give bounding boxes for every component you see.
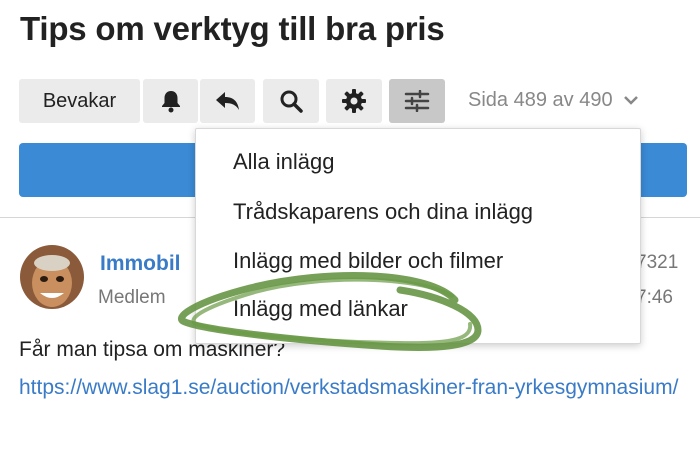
filter-dropdown-menu: Alla inlägg Trådskaparens och dina inläg… [195, 128, 641, 344]
page-indicator: Sida 489 av 490 [468, 89, 613, 111]
notifications-button[interactable] [143, 79, 198, 123]
chevron-down-icon [623, 89, 639, 112]
post-author[interactable]: Immobil [100, 252, 181, 276]
watch-button[interactable]: Bevakar [19, 79, 140, 123]
post-number: 7321 [636, 252, 679, 273]
settings-button[interactable] [326, 79, 382, 123]
reply-button[interactable] [200, 79, 255, 123]
post-time: 7:46 [636, 287, 673, 308]
filter-button[interactable] [389, 79, 445, 123]
post-link[interactable]: https://www.slag1.se/auction/verkstadsma… [19, 370, 684, 405]
search-button[interactable] [263, 79, 319, 123]
page-title: Tips om verktyg till bra pris [20, 10, 445, 47]
menu-item-link-posts[interactable]: Inlägg med länkar [233, 296, 408, 322]
menu-item-media-posts[interactable]: Inlägg med bilder och filmer [233, 248, 503, 274]
menu-item-creator-and-mine[interactable]: Trådskaparens och dina inlägg [233, 199, 533, 225]
gear-icon [341, 88, 367, 114]
menu-item-all-posts[interactable]: Alla inlägg [233, 149, 335, 175]
avatar[interactable] [20, 245, 84, 309]
bell-icon [160, 89, 182, 113]
search-icon [279, 89, 303, 113]
page-selector[interactable]: Sida 489 av 490 [468, 89, 639, 112]
reply-icon [215, 90, 241, 112]
filter-sliders-icon [404, 90, 430, 112]
author-role: Medlem [98, 287, 166, 308]
